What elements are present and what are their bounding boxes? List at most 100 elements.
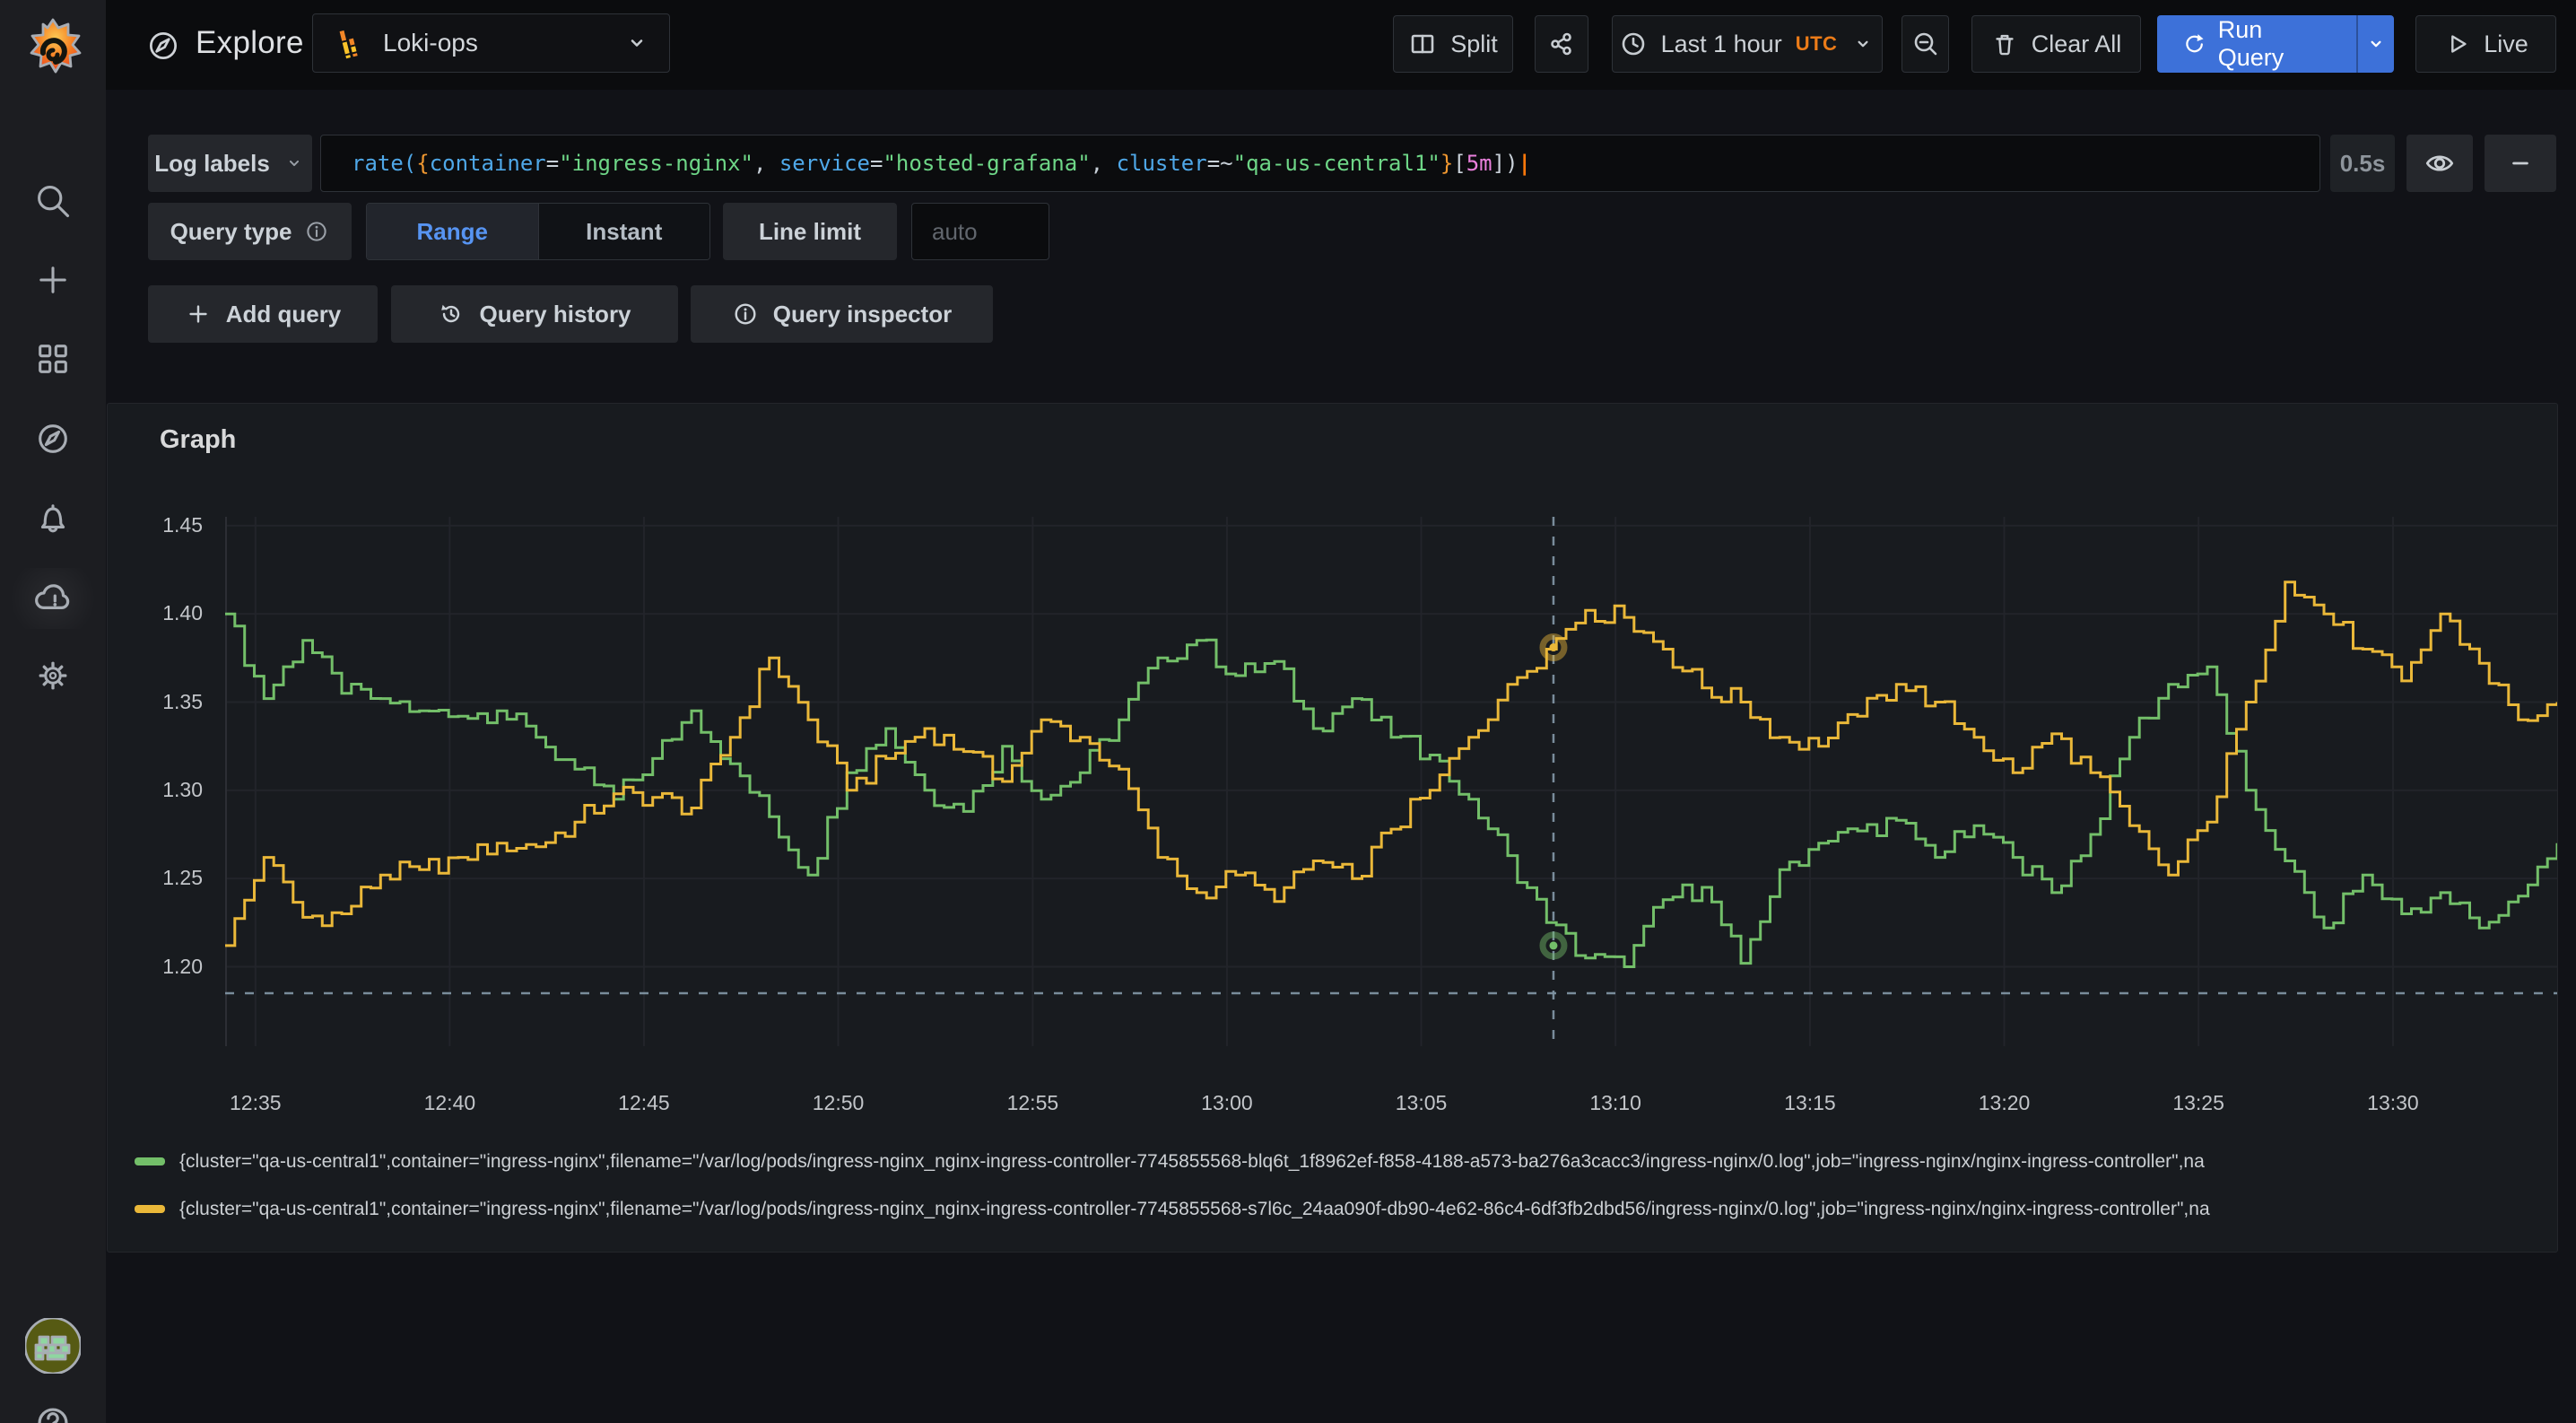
clear-all-label: Clear All — [2032, 31, 2122, 58]
run-query-main[interactable]: Run Query — [2157, 15, 2343, 73]
expr-token: "qa-us-central1" — [1233, 151, 1440, 176]
grafana-logo[interactable] — [0, 16, 106, 77]
query-inspector-button[interactable]: Query inspector — [691, 285, 993, 343]
timezone-label: UTC — [1796, 32, 1838, 56]
chevron-down-icon — [1850, 31, 1875, 57]
expr-token: { — [416, 151, 429, 176]
query-inspector-label: Query inspector — [773, 301, 952, 328]
minus-icon — [2505, 148, 2536, 179]
grafana-logo-icon — [23, 17, 83, 76]
legend-swatch-green — [135, 1157, 165, 1165]
datasource-picker[interactable]: Loki-ops — [312, 13, 670, 73]
sidebar-item-help[interactable] — [0, 1392, 106, 1423]
toggle-visibility-button[interactable] — [2406, 135, 2473, 192]
live-button[interactable]: Live — [2415, 15, 2556, 73]
sidebar-item-explore[interactable] — [0, 408, 106, 469]
expr-token: 5m — [1466, 151, 1493, 176]
graph-svg — [225, 517, 2557, 1046]
sidebar — [0, 0, 106, 1423]
share-icon — [1547, 30, 1576, 58]
expr-token: service — [779, 151, 870, 176]
gear-icon — [33, 656, 73, 695]
split-label: Split — [1450, 31, 1498, 58]
x-axis-tick: 13:20 — [1979, 1091, 2031, 1115]
graph-legend: {cluster="qa-us-central1",container="ing… — [135, 1138, 2546, 1236]
query-type-toggle: Range Instant — [366, 203, 710, 260]
query-duration-value: 0.5s — [2340, 150, 2386, 178]
play-icon — [2443, 31, 2470, 57]
sidebar-item-alerting[interactable] — [0, 487, 106, 548]
user-avatar[interactable] — [0, 1315, 106, 1376]
add-query-label: Add query — [226, 301, 342, 328]
run-query-button[interactable]: Run Query — [2157, 15, 2394, 73]
graph-panel: Graph 1.201.251.301.351.401.45 12:3512:4… — [107, 403, 2558, 1253]
log-labels-dropdown[interactable]: Log labels — [148, 135, 312, 192]
datasource-label: Loki-ops — [383, 29, 478, 57]
query-expression-input[interactable]: rate({container="ingress-nginx", service… — [320, 135, 2320, 192]
query-type-range[interactable]: Range — [367, 204, 538, 259]
remove-query-button[interactable] — [2485, 135, 2556, 192]
y-axis-tick: 1.45 — [162, 513, 203, 537]
legend-item[interactable]: {cluster="qa-us-central1",container="ing… — [135, 1185, 2546, 1233]
graph-panel-title: Graph — [160, 425, 236, 455]
expr-token: [ — [1453, 151, 1466, 176]
expr-token: container — [430, 151, 546, 176]
search-icon — [33, 181, 73, 221]
bell-icon — [33, 498, 73, 537]
x-axis-tick: 13:15 — [1784, 1091, 1836, 1115]
y-axis-tick: 1.40 — [162, 601, 203, 625]
expr-token: = — [546, 151, 559, 176]
query-type-instant[interactable]: Instant — [538, 204, 710, 259]
x-axis-tick: 12:45 — [618, 1091, 670, 1115]
log-labels-label: Log labels — [154, 150, 270, 178]
y-axis-tick: 1.30 — [162, 778, 203, 802]
clock-icon — [1619, 30, 1648, 58]
history-icon — [438, 301, 465, 327]
add-query-button[interactable]: Add query — [148, 285, 378, 343]
zoom-out-button[interactable] — [1902, 15, 1949, 73]
explore-compass-icon — [144, 27, 182, 65]
avatar-icon — [25, 1318, 81, 1374]
chevron-down-icon — [622, 29, 651, 57]
dashboards-grid-icon — [33, 339, 73, 379]
share-button[interactable] — [1535, 15, 1588, 73]
expr-token: | — [1519, 151, 1531, 176]
sidebar-item-configuration[interactable] — [0, 645, 106, 706]
x-axis-tick: 12:50 — [813, 1091, 865, 1115]
help-icon — [32, 1402, 74, 1423]
y-axis-tick: 1.25 — [162, 866, 203, 890]
info-circle-icon[interactable] — [304, 219, 329, 244]
expr-token: rate( — [352, 151, 416, 176]
sidebar-item-create[interactable] — [0, 249, 106, 310]
plus-icon — [185, 301, 212, 327]
x-axis-tick: 13:00 — [1201, 1091, 1253, 1115]
expr-token: cluster — [1117, 151, 1207, 176]
compass-icon — [33, 419, 73, 458]
clear-all-button[interactable]: Clear All — [1971, 15, 2141, 73]
time-range-picker[interactable]: Last 1 hour UTC — [1612, 15, 1883, 73]
expr-token: , — [753, 151, 779, 176]
expr-token: "hosted-grafana" — [883, 151, 1090, 176]
query-duration-badge: 0.5s — [2330, 135, 2395, 192]
sidebar-item-dashboards[interactable] — [0, 328, 106, 389]
legend-item[interactable]: {cluster="qa-us-central1",container="ing… — [135, 1138, 2546, 1185]
run-query-label: Run Query — [2218, 16, 2319, 72]
line-limit-input[interactable] — [911, 203, 1049, 260]
sidebar-item-search[interactable] — [0, 170, 106, 231]
x-axis-tick: 12:40 — [424, 1091, 476, 1115]
graph-plot-area[interactable] — [225, 517, 2557, 1046]
page-title: Explore — [196, 25, 304, 61]
run-query-dropdown[interactable] — [2356, 15, 2394, 73]
query-history-label: Query history — [479, 301, 631, 328]
y-axis-tick: 1.20 — [162, 955, 203, 979]
x-axis-tick: 13:10 — [1589, 1091, 1641, 1115]
chevron-down-icon — [2363, 31, 2389, 57]
chevron-down-icon — [283, 152, 306, 175]
sidebar-item-cloud-alerts[interactable] — [0, 568, 106, 629]
topbar: Explore Loki-ops Split — [106, 0, 2576, 90]
y-axis-tick: 1.35 — [162, 690, 203, 714]
loki-logo-icon — [331, 25, 367, 61]
query-history-button[interactable]: Query history — [391, 285, 678, 343]
split-button[interactable]: Split — [1393, 15, 1513, 73]
x-axis-tick: 13:30 — [2367, 1091, 2419, 1115]
